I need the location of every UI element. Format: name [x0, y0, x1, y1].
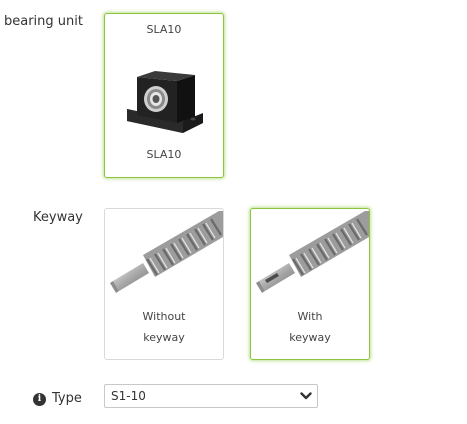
chevron-down-icon[interactable]	[295, 385, 317, 407]
configurator-panel: bearing unit SLA10 SLA10 Keyway Without …	[0, 0, 467, 424]
option-caption-line1: With	[297, 310, 323, 323]
option-caption-line1: Without	[142, 310, 186, 323]
option-caption-line2: keyway	[289, 331, 331, 344]
option-top-label: SLA10	[146, 23, 182, 36]
ball-screw-with-keyway-image	[256, 211, 369, 293]
keyway-label: Keyway	[33, 210, 83, 225]
type-select-value: S1-10	[111, 389, 146, 403]
keyway-option-with[interactable]: With keyway	[250, 208, 370, 360]
keyway-option-without[interactable]: Without keyway	[104, 208, 224, 360]
ball-screw-without-keyway-image	[110, 211, 223, 293]
info-icon[interactable]: i	[33, 392, 46, 406]
bearing-block-image	[127, 71, 203, 133]
bearing-unit-label: bearing unit	[4, 14, 83, 29]
type-label-group: i Type	[33, 391, 82, 407]
option-bottom-label: SLA10	[146, 148, 182, 161]
option-caption-line2: keyway	[143, 331, 185, 344]
type-select[interactable]: S1-10	[104, 384, 318, 408]
bearing-unit-option-sla10[interactable]: SLA10 SLA10	[104, 13, 224, 178]
option-caption: With keyway	[251, 306, 369, 348]
option-caption: Without keyway	[105, 306, 223, 348]
type-label: Type	[52, 391, 82, 406]
